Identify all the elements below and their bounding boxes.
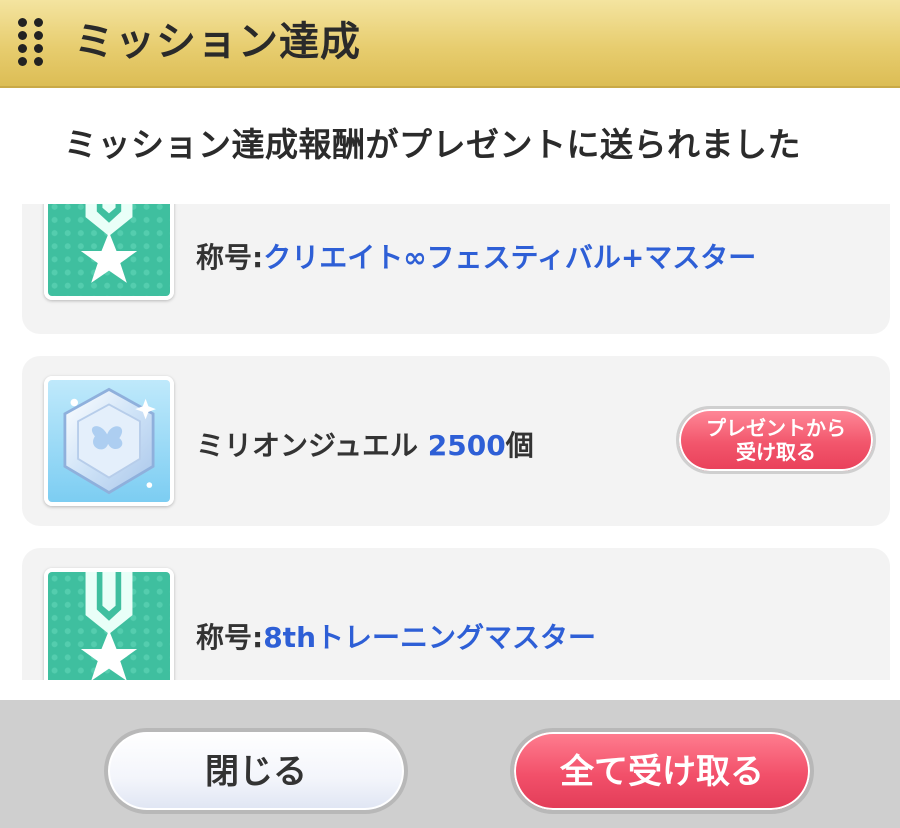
reward-label: 称号:8thトレーニングマスター [196, 616, 596, 656]
button-label-line1: プレゼントから [706, 416, 846, 440]
reward-prefix: 称号: [196, 621, 264, 654]
close-button[interactable]: 閉じる [104, 728, 408, 814]
reward-quantity: 2500 [427, 429, 506, 462]
dialog-header: ミッション達成 [0, 0, 900, 88]
reward-name: 8thトレーニングマスター [263, 621, 597, 654]
drag-grip-icon[interactable] [18, 18, 44, 66]
medal-ribbon-icon [44, 204, 174, 300]
result-message: ミッション達成報酬がプレゼントに送られました [64, 125, 801, 164]
reward-prefix: 称号: [196, 241, 264, 274]
reward-item-title-2: 称号:8thトレーニングマスター [22, 548, 890, 680]
medal-ribbon-icon [44, 568, 174, 680]
reward-unit: 個 [505, 429, 534, 462]
reward-label: 称号:クリエイト∞フェスティバル+マスター [196, 236, 756, 276]
million-jewel-icon [44, 376, 174, 506]
reward-item-jewel: ミリオンジュエル 2500個 プレゼントから 受け取る [22, 356, 890, 526]
receive-from-present-button[interactable]: プレゼントから 受け取る [676, 406, 876, 474]
dialog-footer: 閉じる 全て受け取る [0, 700, 900, 828]
reward-name: クリエイト∞フェスティバル+マスター [263, 241, 757, 274]
reward-item-title-1: 称号:クリエイト∞フェスティバル+マスター [22, 204, 890, 334]
reward-name: ミリオンジュエル [196, 429, 419, 462]
receive-all-button[interactable]: 全て受け取る [510, 728, 814, 814]
reward-label: ミリオンジュエル 2500個 [196, 424, 534, 464]
button-label-line2: 受け取る [736, 440, 816, 464]
dialog-title: ミッション達成 [74, 19, 361, 65]
reward-list[interactable]: 称号:クリエイト∞フェスティバル+マスター ミリオンジュエル 2500個 プレゼ… [0, 204, 900, 680]
